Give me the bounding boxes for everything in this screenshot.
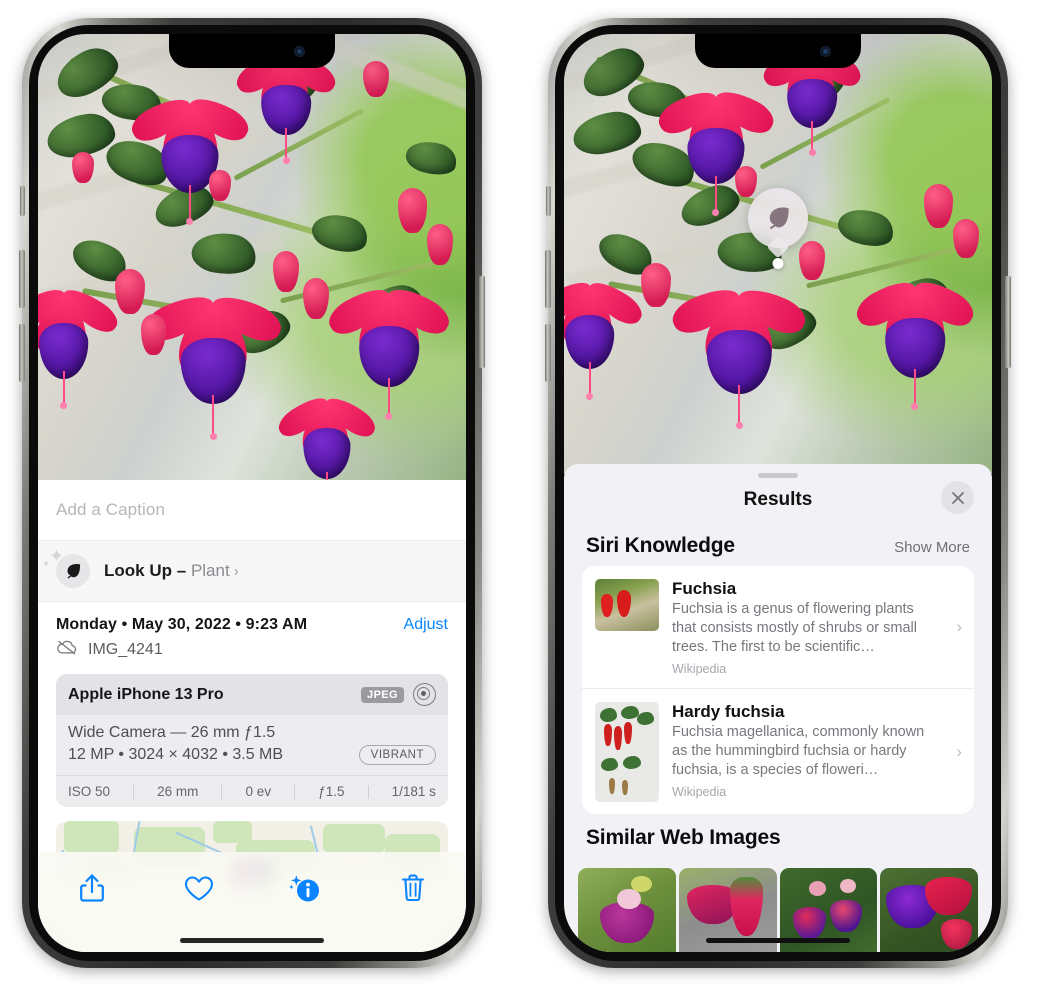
leaf-icon: ✦ ✦ <box>42 547 90 588</box>
volume-down-button[interactable] <box>545 324 551 382</box>
silent-switch[interactable] <box>546 186 551 216</box>
knowledge-card[interactable]: Hardy fuchsia Fuchsia magellanica, commo… <box>582 688 974 814</box>
favorite-button[interactable] <box>172 866 226 910</box>
front-camera <box>294 46 305 57</box>
sparkle-small-icon: ✦ <box>42 559 51 570</box>
card-thumbnail <box>595 579 659 631</box>
photo-viewer[interactable] <box>38 34 466 486</box>
siri-knowledge-cards: Fuchsia Fuchsia is a genus of flowering … <box>582 566 974 814</box>
exif-divider <box>294 784 296 799</box>
info-button[interactable] <box>279 866 333 910</box>
siri-knowledge-header: Siri Knowledge Show More <box>564 522 992 566</box>
side-power-button[interactable] <box>1005 276 1011 368</box>
share-button[interactable] <box>65 866 119 910</box>
results-title: Results <box>743 489 813 510</box>
exif-divider <box>367 784 369 799</box>
camera-model: Apple iPhone 13 Pro <box>68 685 224 703</box>
sparkle-icon: ✦ <box>49 546 65 566</box>
look-up-subject: Plant <box>190 561 230 580</box>
section-title: Siri Knowledge <box>586 534 735 557</box>
camera-card-header: Apple iPhone 13 Pro JPEG <box>56 674 448 715</box>
look-up-title: Look Up <box>104 561 172 580</box>
style-badge: VIBRANT <box>358 745 436 765</box>
close-button[interactable] <box>941 481 974 514</box>
caption-field[interactable]: Add a Caption <box>38 480 466 541</box>
chevron-right-icon: › <box>956 741 962 761</box>
home-indicator[interactable] <box>180 938 324 943</box>
exif-row: ISO 50 26 mm 0 ev ƒ1.5 1/181 s <box>56 775 448 807</box>
iphone-left: Add a Caption ✦ ✦ Look Up – Plant › Mond… <box>19 18 485 968</box>
delete-button[interactable] <box>386 866 440 910</box>
web-image-thumbnail[interactable] <box>578 868 676 952</box>
camera-info-card: Apple iPhone 13 Pro JPEG Wide Camera — 2… <box>56 674 448 807</box>
front-camera <box>820 46 831 57</box>
card-title: Fuchsia <box>672 579 737 598</box>
side-power-button[interactable] <box>479 276 485 368</box>
date-row: Monday • May 30, 2022 • 9:23 AM Adjust <box>38 602 466 634</box>
card-source: Wikipedia <box>672 662 727 676</box>
visual-lookup-badge[interactable] <box>748 188 808 259</box>
phone-screen-right: Results Siri Knowledge Show More Fuchsia… <box>564 34 992 952</box>
screenshot-stage: Add a Caption ✦ ✦ Look Up – Plant › Mond… <box>0 0 1055 985</box>
notch <box>169 34 335 68</box>
web-image-thumbnail[interactable] <box>880 868 978 952</box>
lens-line: Wide Camera — 26 mm ƒ1.5 <box>68 724 276 741</box>
home-indicator[interactable] <box>706 938 850 943</box>
volume-down-button[interactable] <box>19 324 25 382</box>
card-title: Hardy fuchsia <box>672 702 785 721</box>
section-title: Similar Web Images <box>586 826 781 849</box>
volume-up-button[interactable] <box>19 250 25 308</box>
icloud-slash-icon <box>56 639 78 660</box>
exif-divider <box>133 784 135 799</box>
exif-shutter: 1/181 s <box>391 784 436 799</box>
photo-date: Monday • May 30, 2022 • 9:23 AM <box>56 616 308 633</box>
exif-aperture: ƒ1.5 <box>318 784 345 799</box>
camera-card-body: Wide Camera — 26 mm ƒ1.5 12 MP • 3024 × … <box>56 715 448 775</box>
card-description: Fuchsia is a genus of flowering plants t… <box>672 601 917 655</box>
iphone-right: Results Siri Knowledge Show More Fuchsia… <box>545 18 1011 968</box>
silent-switch[interactable] <box>20 186 25 216</box>
file-row: IMG_4241 <box>38 634 466 674</box>
volume-up-button[interactable] <box>545 250 551 308</box>
adjust-button[interactable]: Adjust <box>404 616 448 634</box>
visual-lookup-dot <box>772 258 784 269</box>
similar-web-images-header: Similar Web Images <box>564 814 992 858</box>
aperture-ring-icon <box>413 683 436 706</box>
photo-toolbar <box>38 852 466 952</box>
look-up-row[interactable]: ✦ ✦ Look Up – Plant › <box>38 541 466 602</box>
phone-screen-left: Add a Caption ✦ ✦ Look Up – Plant › Mond… <box>38 34 466 952</box>
card-description: Fuchsia magellanica, commonly known as t… <box>672 724 925 778</box>
results-sheet: Results Siri Knowledge Show More Fuchsia… <box>564 464 992 952</box>
file-name: IMG_4241 <box>88 640 163 658</box>
notch <box>695 34 861 68</box>
exif-divider <box>221 784 223 799</box>
format-badge: JPEG <box>361 686 404 703</box>
exif-iso: ISO 50 <box>68 784 111 799</box>
results-header: Results <box>564 478 992 522</box>
photo-info-sheet: Add a Caption ✦ ✦ Look Up – Plant › Mond… <box>38 480 466 952</box>
card-source: Wikipedia <box>672 785 727 799</box>
chevron-right-icon: › <box>956 617 962 636</box>
exif-focal: 26 mm <box>157 784 199 799</box>
look-up-dash: – <box>176 561 187 580</box>
caption-placeholder: Add a Caption <box>56 500 166 519</box>
show-more-button[interactable]: Show More <box>894 539 970 556</box>
knowledge-card[interactable]: Fuchsia Fuchsia is a genus of flowering … <box>582 566 974 688</box>
chevron-right-icon: › <box>233 563 239 580</box>
card-thumbnail <box>595 702 659 802</box>
exif-ev: 0 ev <box>245 784 272 799</box>
look-up-label: Look Up – Plant › <box>104 561 239 581</box>
specs-line: 12 MP • 3024 × 4032 • 3.5 MB <box>68 746 284 763</box>
